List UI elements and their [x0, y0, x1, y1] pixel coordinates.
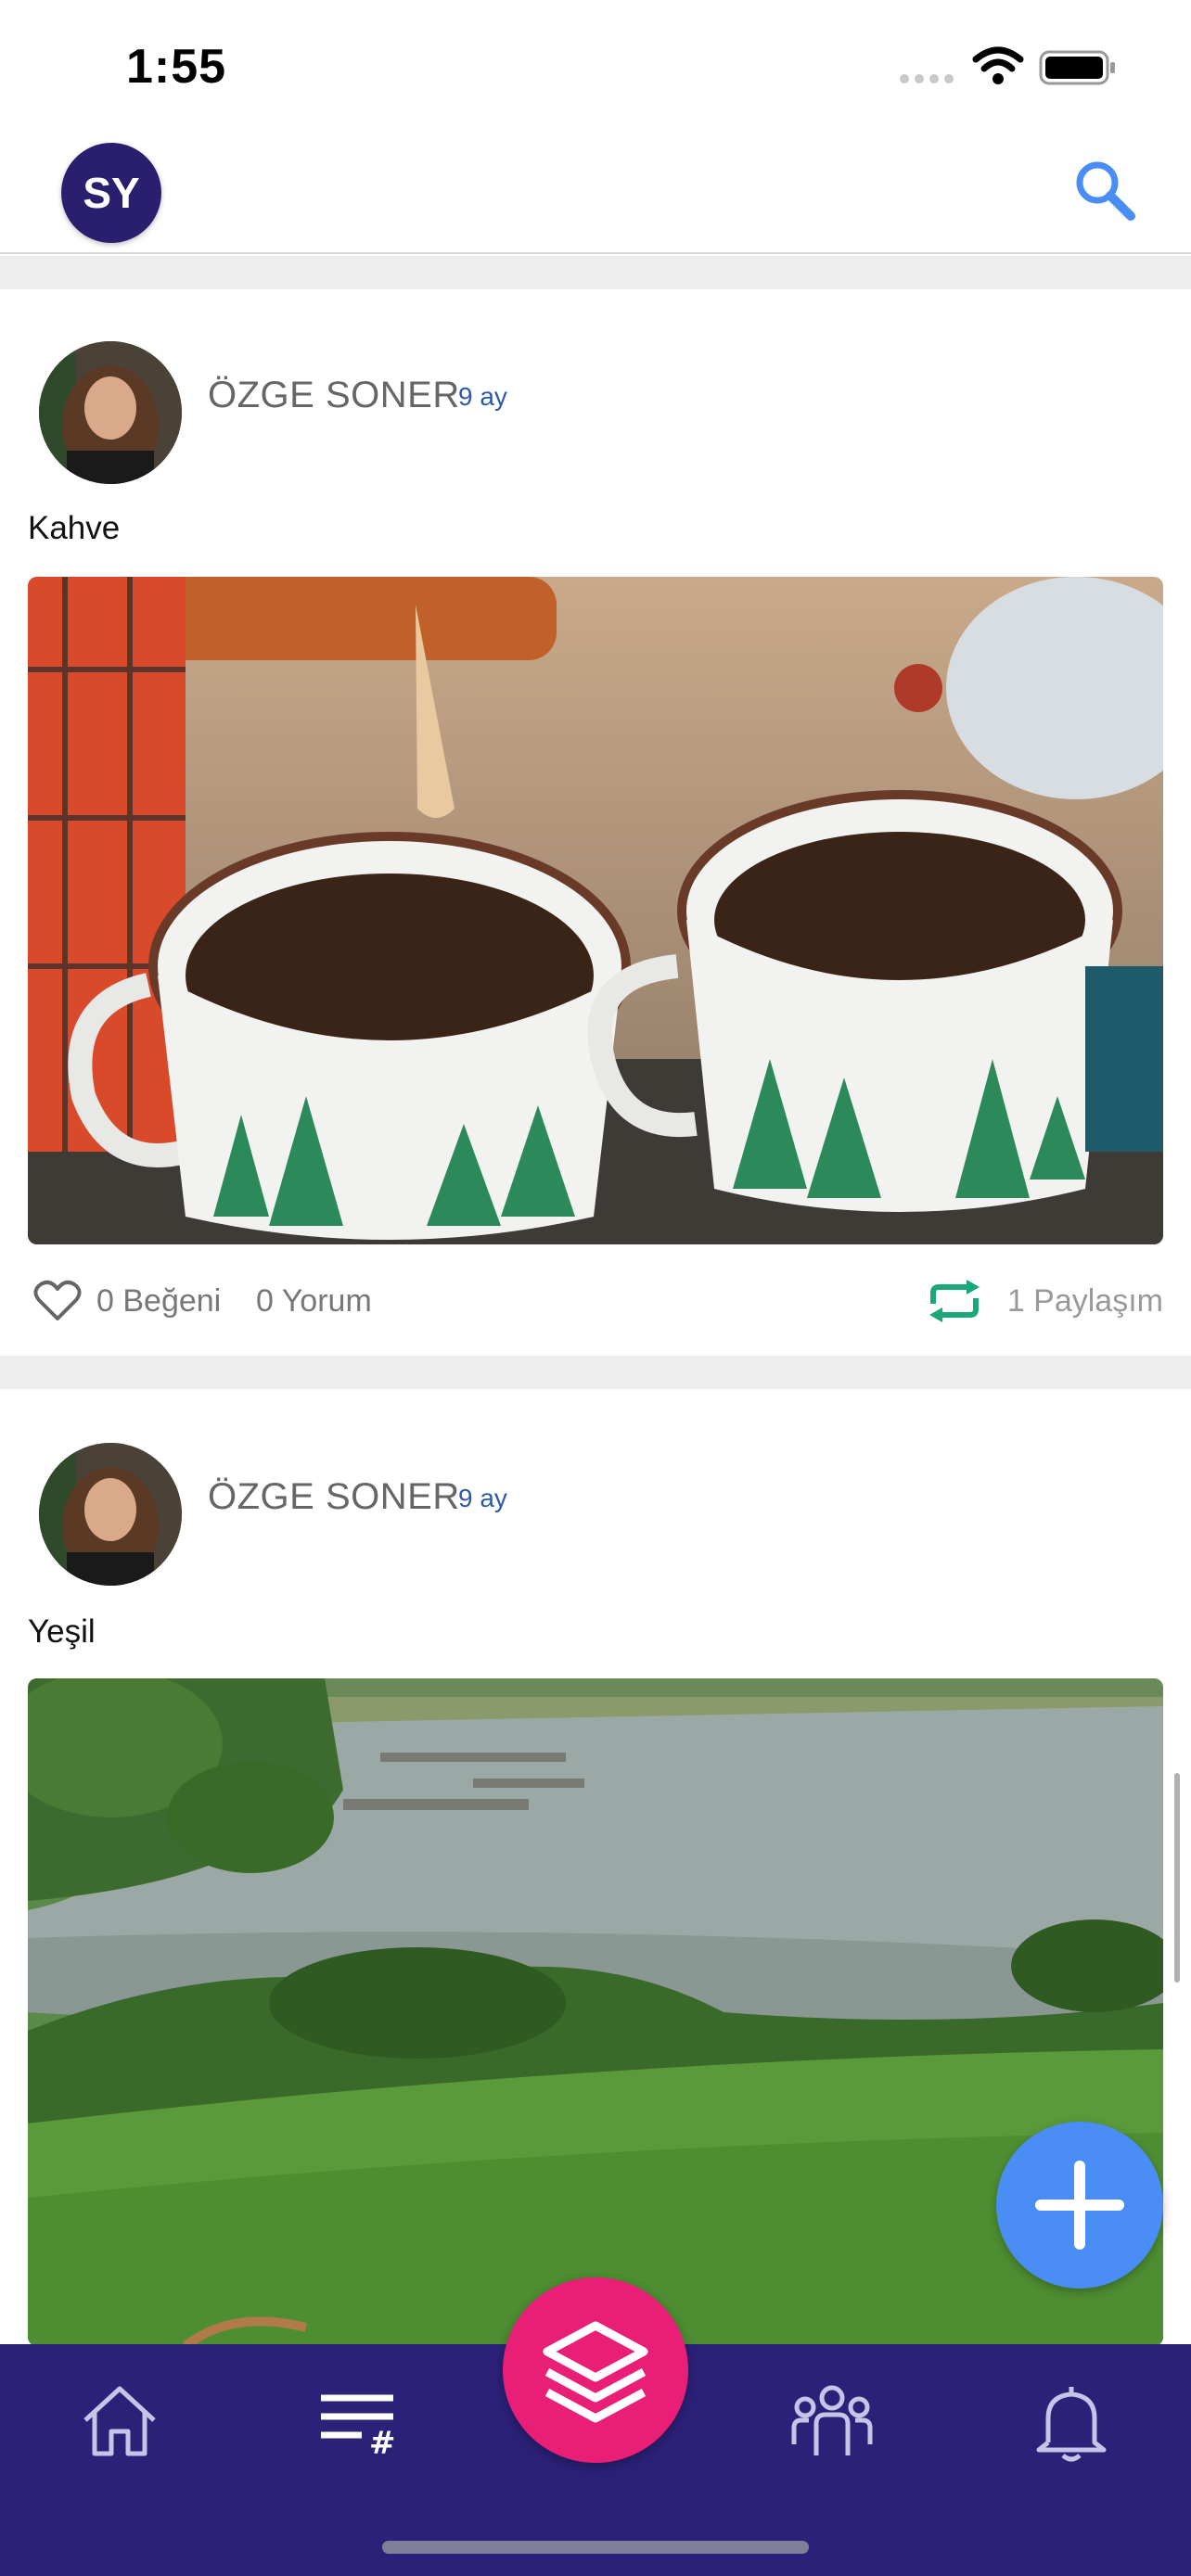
- scroll-indicator[interactable]: [1174, 1773, 1180, 1983]
- share-count[interactable]: 1 Paylaşım: [1007, 1283, 1163, 1320]
- top-app-bar: SY: [0, 130, 1191, 254]
- author-avatar[interactable]: [39, 1443, 182, 1586]
- wifi-icon: [972, 46, 1024, 84]
- comment-count[interactable]: 0 Yorum: [256, 1283, 372, 1320]
- user-avatar[interactable]: SY: [61, 143, 161, 243]
- groups-icon[interactable]: [790, 2379, 874, 2463]
- post-image-coffee[interactable]: [28, 577, 1163, 1244]
- search-icon[interactable]: [1072, 158, 1137, 223]
- post-author-name[interactable]: ÖZGE SONER: [208, 1476, 460, 1518]
- add-post-button[interactable]: [996, 2122, 1163, 2289]
- author-avatar[interactable]: [39, 341, 182, 484]
- post-text: Yeşil: [28, 1613, 96, 1650]
- status-time: 1:55: [126, 40, 227, 94]
- post-time-ago: 9 ay: [458, 382, 507, 411]
- repost-icon[interactable]: [926, 1280, 983, 1322]
- post-actions: 0 Beğeni 0 Yorum 1 Paylaşım: [28, 1270, 1163, 1326]
- post-author-name[interactable]: ÖZGE SONER: [208, 375, 460, 416]
- post-time-ago: 9 ay: [458, 1484, 507, 1512]
- bell-icon[interactable]: [1030, 2379, 1113, 2463]
- heart-icon[interactable]: [33, 1280, 82, 1322]
- plus-icon: [1035, 2161, 1124, 2250]
- post-image-lake[interactable]: [28, 1678, 1163, 2346]
- feed-post: ÖZGE SONER 9 ay Kahve 0 Beğeni 0 Yorum 1…: [0, 289, 1191, 1356]
- signal-icon: [900, 74, 954, 83]
- battery-icon: [1039, 50, 1115, 85]
- svg-text:#: #: [369, 2425, 396, 2462]
- post-text: Kahve: [28, 510, 121, 546]
- home-indicator[interactable]: [382, 2541, 809, 2554]
- like-count[interactable]: 0 Beğeni: [96, 1283, 221, 1320]
- layers-icon: [543, 2321, 648, 2423]
- feed-divider: [0, 256, 1191, 289]
- feed-hashtag-icon[interactable]: #: [315, 2379, 399, 2463]
- feed-divider: [0, 1356, 1191, 1389]
- home-icon[interactable]: [78, 2379, 161, 2463]
- status-bar: 1:55: [0, 0, 1191, 130]
- layers-button[interactable]: [503, 2277, 688, 2463]
